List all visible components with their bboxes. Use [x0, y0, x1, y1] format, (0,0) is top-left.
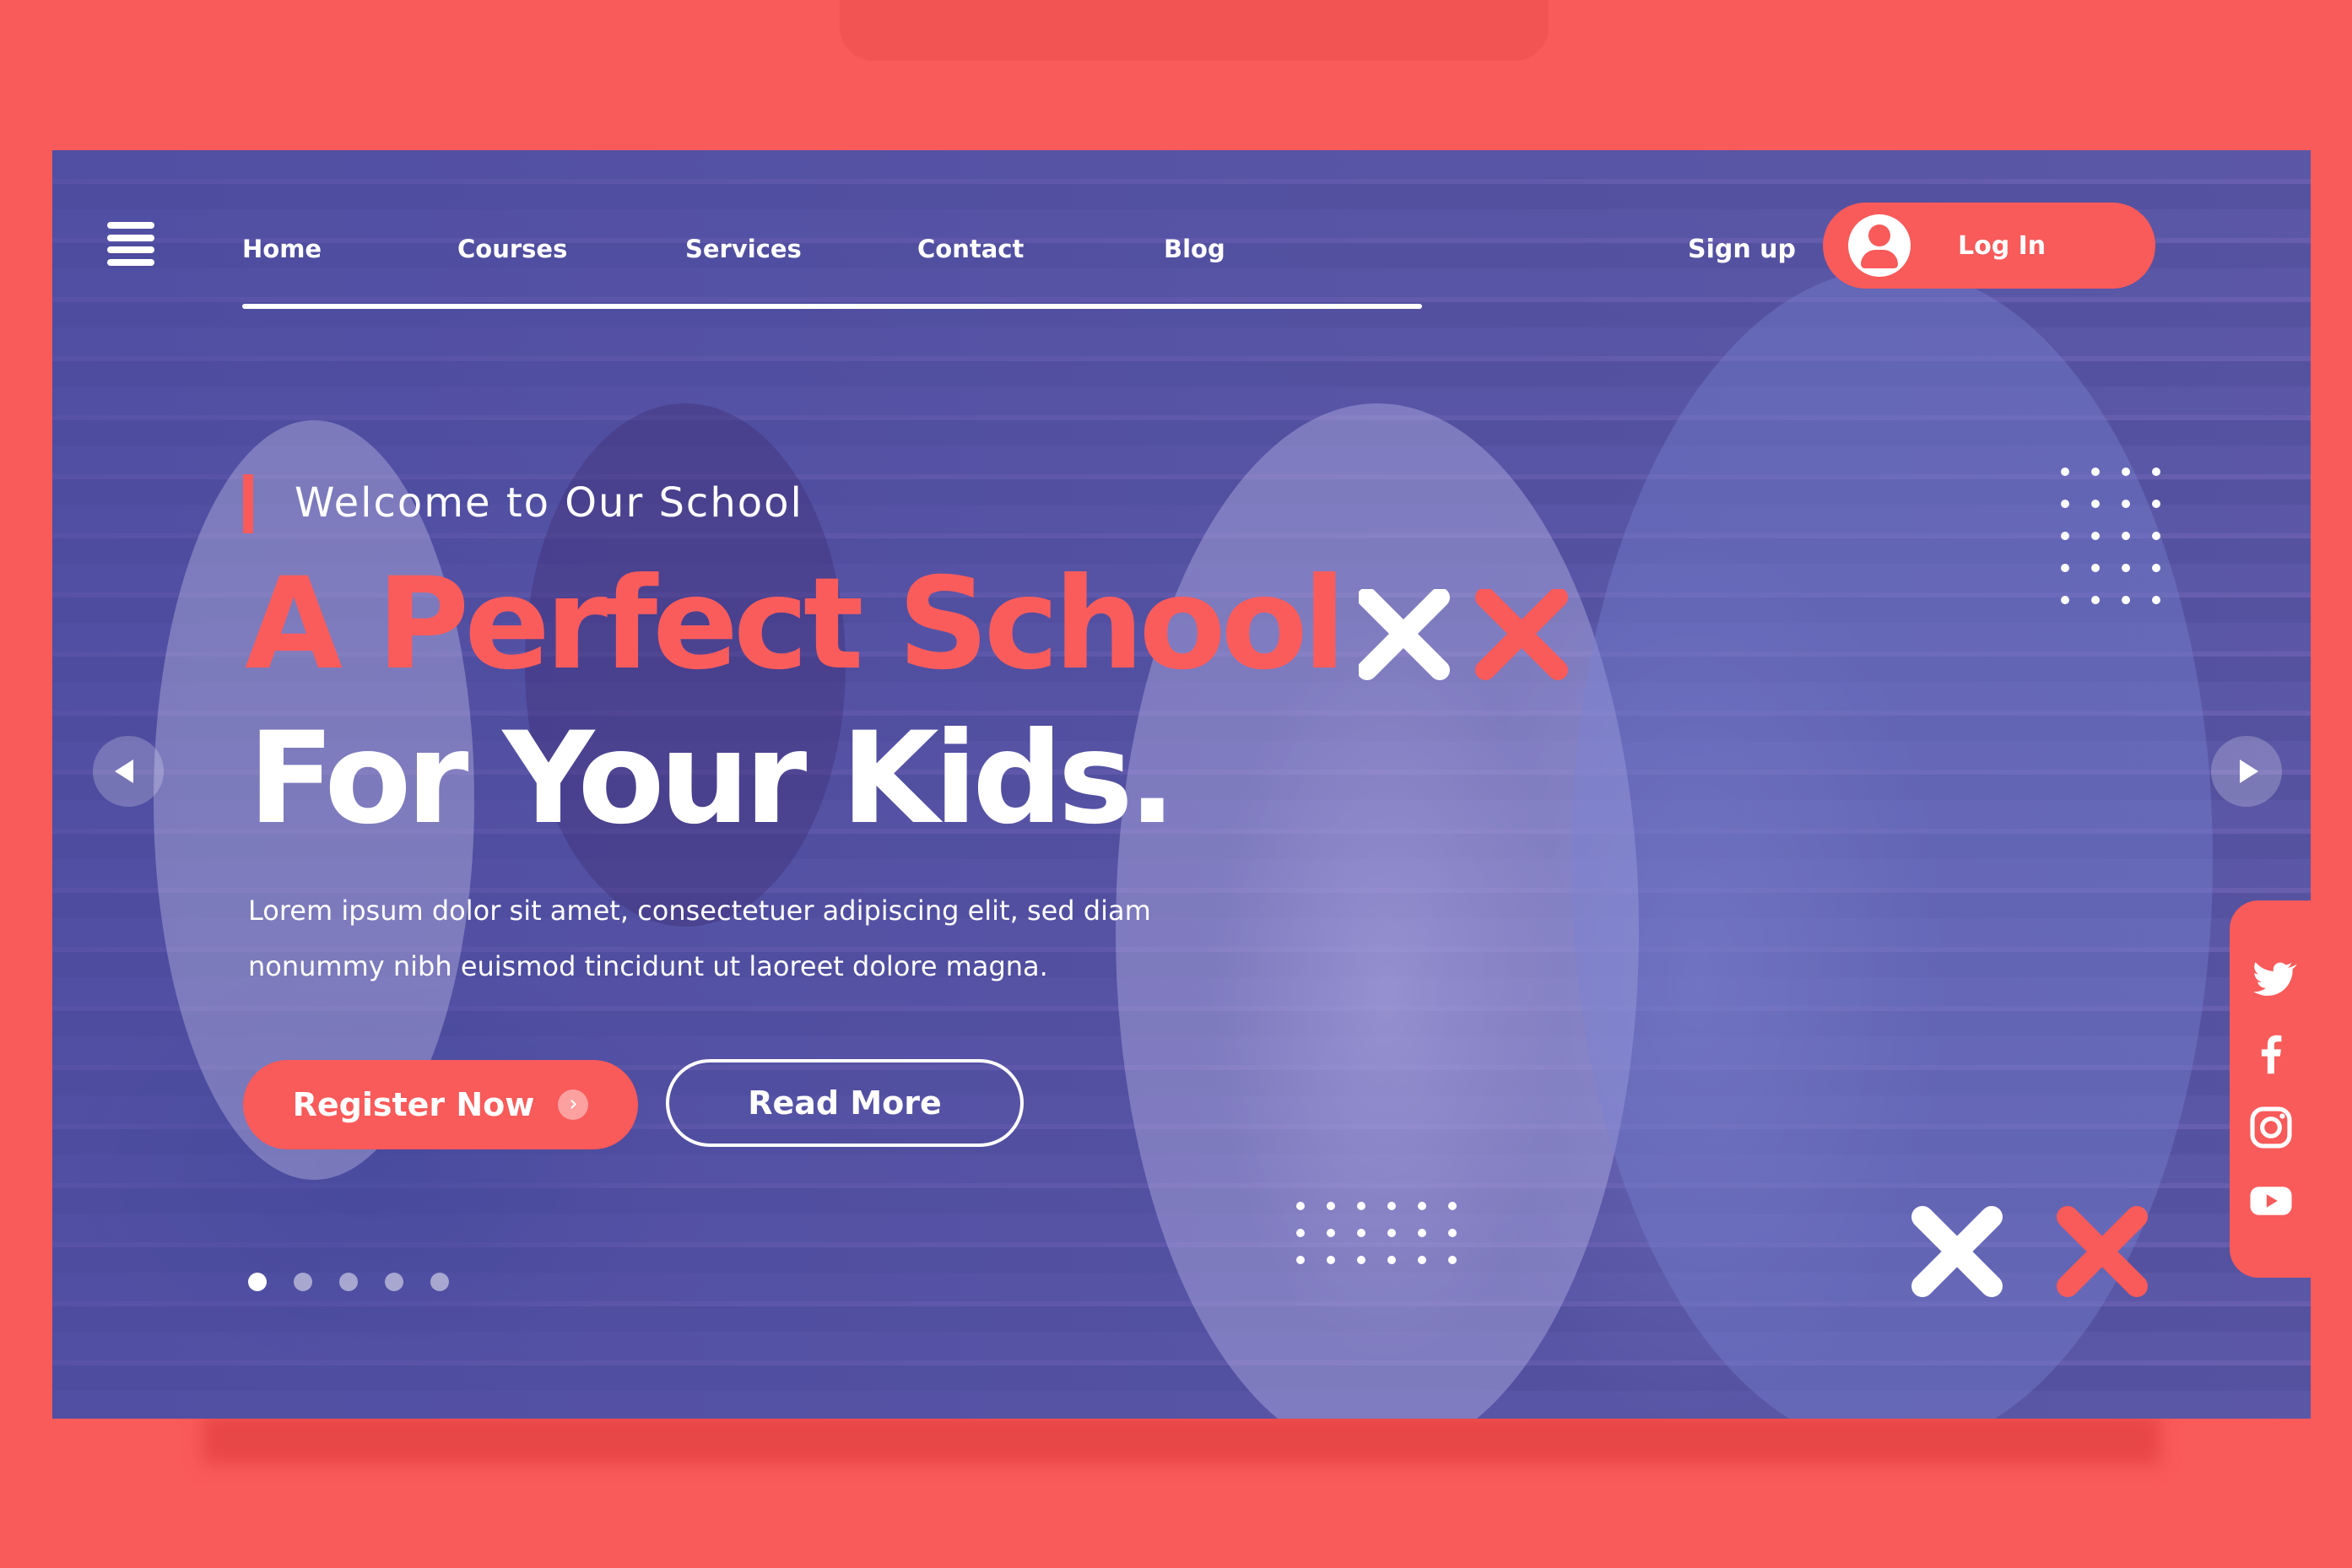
facebook-icon[interactable]: [2245, 1028, 2297, 1080]
welcome-text: Welcome to Our School: [295, 479, 803, 527]
register-label: Register Now: [292, 1086, 535, 1123]
dot-grid-top-right: [2061, 468, 2160, 604]
read-more-button[interactable]: Read More: [666, 1059, 1024, 1147]
login-label: Log In: [1958, 230, 2047, 261]
nav-courses[interactable]: Courses: [457, 235, 567, 263]
user-icon: [1848, 214, 1911, 277]
arrow-right-icon: [2240, 760, 2258, 783]
card-shadow: [203, 1414, 2160, 1464]
welcome-accent-bar: [243, 474, 253, 533]
youtube-icon[interactable]: [2245, 1175, 2297, 1227]
chevron-right-icon: ›: [558, 1089, 589, 1120]
nav-services[interactable]: Services: [685, 235, 802, 263]
nav-home[interactable]: Home: [242, 235, 322, 263]
nav-blog[interactable]: Blog: [1164, 235, 1225, 263]
social-sidebar: [2230, 900, 2352, 1278]
description-line1: Lorem ipsum dolor sit amet, consectetuer…: [248, 895, 1151, 927]
x-decoration-top: [1359, 589, 1568, 680]
instagram-icon[interactable]: [2245, 1101, 2297, 1154]
dot-grid-bottom: [1296, 1202, 1457, 1264]
slide-dot[interactable]: [430, 1273, 449, 1291]
top-tab-decoration: [840, 0, 1549, 61]
next-slide-button[interactable]: [2211, 736, 2282, 807]
x-decoration-bottom: [1911, 1206, 2148, 1297]
nav-contact[interactable]: Contact: [917, 235, 1024, 263]
slide-dot[interactable]: [385, 1273, 403, 1291]
signup-link[interactable]: Sign up: [1688, 235, 1796, 264]
arrow-left-icon: [115, 760, 133, 783]
previous-slide-button[interactable]: [93, 736, 164, 807]
slide-dot[interactable]: [339, 1273, 358, 1291]
main-nav: Home Courses Services Contact Blog: [242, 235, 1422, 309]
hero-title-line1: A Perfect School: [245, 551, 1346, 698]
menu-icon[interactable]: [107, 222, 154, 266]
slide-dot[interactable]: [294, 1273, 312, 1291]
login-button[interactable]: Log In: [1823, 203, 2155, 289]
description-line2: nonummy nibh euismod tincidunt ut laoree…: [248, 950, 1048, 982]
slider-pagination: [248, 1273, 476, 1291]
nav-underline: [242, 304, 1422, 309]
register-now-button[interactable]: Register Now ›: [243, 1060, 638, 1149]
slide-dot[interactable]: [248, 1273, 267, 1291]
hero-description: Lorem ipsum dolor sit amet, consectetuer…: [248, 883, 1219, 994]
hero-card: Home Courses Services Contact Blog Sign …: [52, 150, 2311, 1419]
hero-title-line2: For Your Kids.: [248, 706, 1176, 852]
read-more-label: Read More: [748, 1084, 942, 1122]
twitter-icon[interactable]: [2245, 954, 2297, 1006]
